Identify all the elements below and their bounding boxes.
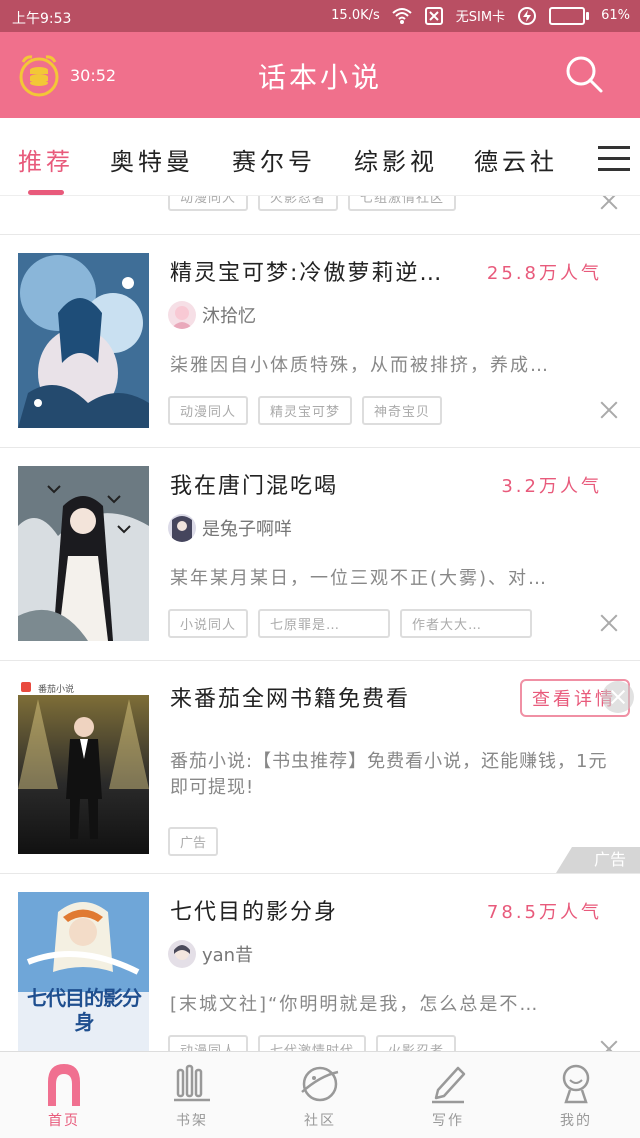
tag[interactable]: 动漫同人 xyxy=(168,196,249,211)
nav-label: 首页 xyxy=(48,1113,80,1129)
dismiss-icon[interactable] xyxy=(600,401,618,419)
tag-row: 动漫同人 七代激情时代 火影忍者 xyxy=(168,1035,457,1051)
tab-seer[interactable]: 赛尔号 xyxy=(232,142,316,177)
tag[interactable]: 七代激情时代 xyxy=(258,1035,367,1051)
profile-icon xyxy=(562,1064,590,1104)
battery-icon xyxy=(549,6,590,25)
popularity-count: 3.2万人气 xyxy=(501,476,602,497)
tag[interactable]: 精灵宝可梦 xyxy=(258,396,353,425)
status-bar: 上午9:53 15.0K/s 无SIM卡 61% xyxy=(0,0,640,32)
bottom-navigation: 首页 书架 社区 写作 我的 xyxy=(0,1051,640,1138)
nav-label: 写作 xyxy=(432,1113,464,1129)
battery-level: 61% xyxy=(601,8,630,23)
tab-deyunshe[interactable]: 德云社 xyxy=(474,142,558,177)
category-tabs: 推荐 奥特曼 赛尔号 综影视 德云社 xyxy=(0,118,640,196)
list-item[interactable]: 我在唐门混吃喝 3.2万人气 是兔子啊咩 某年某月某日，一位三观不正(大雾)、对… xyxy=(0,448,640,661)
tag[interactable]: 神奇宝贝 xyxy=(362,396,443,425)
tag[interactable]: 七原罪是… xyxy=(258,609,391,638)
story-description: [末城文社]“你明明就是我，怎么总是不… xyxy=(170,994,540,1015)
story-title[interactable]: 我在唐门混吃喝 xyxy=(170,468,470,500)
home-icon xyxy=(48,1064,80,1106)
story-description: 某年某月某日，一位三观不正(大雾)、对… xyxy=(170,568,549,589)
nav-home[interactable]: 首页 xyxy=(0,1052,128,1138)
nav-label: 社区 xyxy=(304,1113,336,1129)
dismiss-icon[interactable] xyxy=(600,196,618,210)
author-name: yan昔 xyxy=(202,945,254,966)
sim-status: 无SIM卡 xyxy=(455,10,506,25)
tag[interactable]: 动漫同人 xyxy=(168,396,249,425)
list-item[interactable]: 动漫同人 火影忍者 七组激情社区 xyxy=(0,196,640,235)
ad-cover[interactable] xyxy=(18,679,149,854)
tag[interactable]: 七组激情社区 xyxy=(348,196,457,211)
bookshelf-icon xyxy=(174,1064,210,1102)
tag-row: 小说同人 七原罪是… 作者大大… xyxy=(168,609,533,638)
author-row[interactable]: 是兔子啊咩 xyxy=(168,514,292,542)
story-title[interactable]: 精灵宝可梦:冷傲萝莉逆… xyxy=(170,255,470,287)
nav-bookshelf[interactable]: 书架 xyxy=(128,1052,256,1138)
nav-write[interactable]: 写作 xyxy=(384,1052,512,1138)
charging-icon xyxy=(518,6,537,25)
author-name: 是兔子啊咩 xyxy=(202,519,292,540)
ad-item[interactable]: 番茄小说 来番茄全网书籍免费看 查看详情 番茄小说:【书虫推荐】免费看小说，还能… xyxy=(0,661,640,874)
pen-icon xyxy=(432,1066,466,1104)
app-header: 30:52 话本小说 xyxy=(0,32,640,118)
tab-film-tv[interactable]: 综影视 xyxy=(354,142,438,177)
planet-icon xyxy=(301,1066,339,1102)
list-item[interactable]: 精灵宝可梦:冷傲萝莉逆… 25.8万人气 沐拾忆 柒雅因自小体质特殊，从而被排挤… xyxy=(0,235,640,448)
story-feed[interactable]: 动漫同人 火影忍者 七组激情社区 精灵宝可梦:冷傲萝莉逆… 25.8万人气 沐拾… xyxy=(0,196,640,1051)
search-icon[interactable] xyxy=(564,54,604,94)
tab-ultraman[interactable]: 奥特曼 xyxy=(110,142,194,177)
cover-title-overlay: 七代目的影分身 xyxy=(27,986,142,1034)
menu-icon[interactable] xyxy=(598,146,630,171)
nav-community[interactable]: 社区 xyxy=(256,1052,384,1138)
popularity-count: 25.8万人气 xyxy=(486,263,602,284)
nav-profile[interactable]: 我的 xyxy=(512,1052,640,1138)
ad-corner-badge: 广告 xyxy=(556,847,640,873)
popularity-count: 78.5万人气 xyxy=(486,902,602,923)
nav-label: 我的 xyxy=(560,1113,592,1129)
avatar[interactable] xyxy=(168,514,196,542)
ad-label: 广告 xyxy=(168,827,219,856)
author-row[interactable]: 沐拾忆 xyxy=(168,301,256,329)
ad-corner-text: 广告 xyxy=(594,850,627,869)
status-right: 15.0K/s 无SIM卡 61% xyxy=(331,6,630,25)
app-title: 话本小说 xyxy=(257,61,382,94)
author-name: 沐拾忆 xyxy=(202,306,256,327)
story-description: 柒雅因自小体质特殊，从而被排挤，养成… xyxy=(170,355,550,376)
network-speed: 15.0K/s xyxy=(331,8,380,23)
tag-row: 动漫同人 火影忍者 七组激情社区 xyxy=(168,196,457,211)
ad-description: 番茄小说:【书虫推荐】免费看小说，还能赚钱，1元即可提现! xyxy=(170,751,608,798)
author-row[interactable]: yan昔 xyxy=(168,940,253,968)
dismiss-icon[interactable] xyxy=(600,614,618,632)
close-ad-icon[interactable] xyxy=(602,681,634,713)
nav-label: 书架 xyxy=(176,1113,208,1129)
no-sim-icon xyxy=(424,6,443,25)
tag[interactable]: 火影忍者 xyxy=(258,196,339,211)
story-cover[interactable] xyxy=(18,253,149,428)
avatar[interactable] xyxy=(168,301,196,329)
ad-cover-caption: 番茄小说 xyxy=(38,685,75,695)
avatar[interactable] xyxy=(168,940,196,968)
story-title[interactable]: 七代目的影分身 xyxy=(170,894,470,926)
tag[interactable]: 作者大大… xyxy=(400,609,533,638)
tag[interactable]: 小说同人 xyxy=(168,609,249,638)
active-tab-indicator xyxy=(28,190,64,195)
wifi-icon xyxy=(392,7,412,24)
tag[interactable]: 动漫同人 xyxy=(168,1035,249,1051)
ad-title[interactable]: 来番茄全网书籍免费看 xyxy=(170,681,470,713)
tag[interactable]: 火影忍者 xyxy=(376,1035,457,1051)
dismiss-icon[interactable] xyxy=(600,1040,618,1051)
list-item[interactable]: 七代目的影分身 七代目的影分身 78.5万人气 yan昔 [末城文社]“你明明就… xyxy=(0,874,640,1051)
story-cover[interactable] xyxy=(18,466,149,641)
status-time: 上午9:53 xyxy=(12,11,72,27)
tab-recommend[interactable]: 推荐 xyxy=(18,142,74,177)
tag-row: 动漫同人 精灵宝可梦 神奇宝贝 xyxy=(168,396,443,425)
